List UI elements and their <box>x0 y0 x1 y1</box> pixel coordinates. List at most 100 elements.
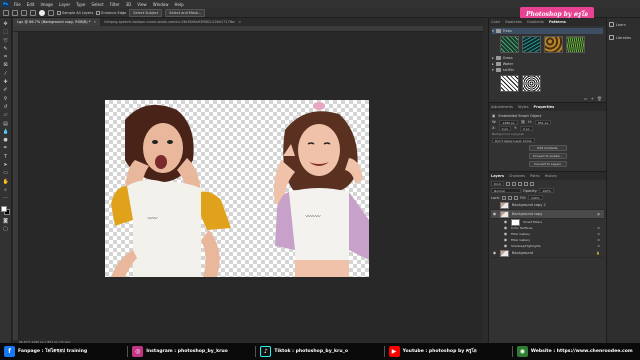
tab-properties[interactable]: Properties <box>534 105 555 109</box>
document-tab-active[interactable]: Lgu @ 66.7% (Background copy, RGB/8) * × <box>13 18 101 26</box>
y-field[interactable]: 0 px <box>519 125 533 131</box>
eye-icon[interactable]: ◉ <box>503 238 508 242</box>
filter-pixel-icon[interactable] <box>505 181 510 186</box>
layer-filter-select[interactable]: Kind <box>491 181 504 186</box>
chevron-down-icon[interactable]: ▾ <box>492 68 494 72</box>
blur-tool-icon[interactable]: 💧 <box>3 129 9 135</box>
fill-field[interactable]: 100% <box>528 195 543 200</box>
pattern-swatch[interactable] <box>544 36 563 53</box>
chevron-down-icon[interactable]: ▾ <box>492 29 494 33</box>
link-icon[interactable]: ⛓ <box>521 120 525 124</box>
fanpage-link[interactable]: f Fanpage : โฟโตชอป training <box>0 343 127 360</box>
document-tab-inactive[interactable]: blinpng-speech-balloon-comic-book-comics… <box>100 18 245 26</box>
menu-layer[interactable]: Layer <box>56 2 73 7</box>
dodge-tool-icon[interactable]: ● <box>3 137 9 143</box>
add-to-selection-icon[interactable] <box>21 9 27 16</box>
youtube-link[interactable]: ▶ Youtube : photoshop by ครูโอ <box>385 343 512 360</box>
close-icon[interactable]: × <box>238 20 241 24</box>
width-field[interactable]: 1280 px <box>499 119 518 125</box>
gradient-tool-icon[interactable]: ▤ <box>3 121 9 127</box>
menu-type[interactable]: Type <box>73 2 88 7</box>
tab-channels[interactable]: Channels <box>509 174 525 178</box>
frame-tool-icon[interactable]: ⊠ <box>3 62 9 68</box>
convert-to-layers-button[interactable]: Convert to Layers <box>528 161 567 167</box>
menu-3d[interactable]: 3D <box>123 2 135 7</box>
tab-styles[interactable]: Styles <box>518 105 529 109</box>
filter-shape-icon[interactable] <box>523 181 528 186</box>
crop-tool-icon[interactable]: ⌗ <box>3 54 9 60</box>
menu-image[interactable]: Image <box>37 2 56 7</box>
chevron-right-icon[interactable]: ▸ <box>492 62 494 66</box>
tab-paths[interactable]: Paths <box>530 174 540 178</box>
menu-file[interactable]: File <box>11 2 24 7</box>
menu-edit[interactable]: Edit <box>24 2 38 7</box>
tab-gradients[interactable]: Gradients <box>527 20 544 24</box>
color-swatches[interactable] <box>0 205 11 216</box>
height-field[interactable]: 851 px <box>534 119 552 125</box>
enhance-edge-checkbox[interactable]: Enhance Edge <box>96 10 126 15</box>
sample-all-layers-checkbox[interactable]: Sample All Layers <box>57 10 93 15</box>
eye-icon[interactable]: ◉ <box>503 220 508 224</box>
convert-to-linked-button[interactable]: Convert to Linked... <box>528 153 567 159</box>
photoshop-logo-icon[interactable]: Ps <box>2 1 9 7</box>
menu-filter[interactable]: Filter <box>107 2 123 7</box>
hand-tool-icon[interactable]: ✋ <box>3 179 9 185</box>
instagram-link[interactable]: ◎ Instagram : photoshop_by_kruo <box>128 343 255 360</box>
lock-position-icon[interactable] <box>508 195 513 200</box>
visibility-off-icon[interactable] <box>492 203 497 207</box>
pattern-swatch[interactable] <box>566 36 585 53</box>
select-subject-button[interactable]: Select Subject <box>129 8 163 17</box>
pattern-swatch[interactable] <box>522 36 541 53</box>
select-and-mask-button[interactable]: Select and Mask... <box>165 8 206 17</box>
filter-adjustment-icon[interactable] <box>511 181 516 186</box>
screen-mode-icon[interactable]: ▢ <box>3 226 9 232</box>
tab-color[interactable]: Color <box>491 20 500 24</box>
new-group-icon[interactable]: ▭ <box>584 96 588 102</box>
layer-comp-select[interactable]: Don't Apply Layer Comp <box>492 137 535 143</box>
eye-icon[interactable]: ◉ <box>492 251 497 255</box>
learn-panel-button[interactable]: Learn <box>607 18 640 31</box>
menu-view[interactable]: View <box>134 2 150 7</box>
type-tool-icon[interactable]: T <box>3 154 9 160</box>
x-field[interactable]: 0 px <box>498 125 512 131</box>
close-icon[interactable]: × <box>93 20 96 24</box>
angle-icon[interactable] <box>48 9 54 16</box>
opacity-field[interactable]: 100% <box>539 188 554 193</box>
eye-icon[interactable]: ◉ <box>503 232 508 236</box>
clone-stamp-tool-icon[interactable]: ⚲ <box>3 96 9 102</box>
tab-adjustments[interactable]: Adjustments <box>491 105 513 109</box>
lasso-tool-icon[interactable]: ➰ <box>3 38 9 44</box>
tab-layers[interactable]: Layers <box>491 174 504 178</box>
history-brush-tool-icon[interactable]: ↺ <box>3 104 9 110</box>
eyedropper-tool-icon[interactable]: ⁄ <box>3 71 9 77</box>
document-canvas[interactable]: 〰〰 〰〰〰 <box>105 100 369 277</box>
foreground-color-swatch[interactable] <box>0 205 7 212</box>
quick-mask-icon[interactable]: ◙ <box>3 218 9 224</box>
smart-filter-mask-thumbnail[interactable] <box>511 218 520 226</box>
menu-select[interactable]: Select <box>88 2 106 7</box>
tiktok-link[interactable]: ♪ Tiktok : photoshop_by_kru_o <box>256 343 383 360</box>
tab-swatches[interactable]: Swatches <box>505 20 522 24</box>
brush-size-icon[interactable] <box>39 9 45 16</box>
pattern-swatch[interactable] <box>500 36 519 53</box>
layer-row[interactable]: Background copy 2 <box>491 201 604 210</box>
tab-patterns[interactable]: Patterns <box>549 20 566 24</box>
home-icon[interactable] <box>3 9 9 16</box>
filter-smart-icon[interactable] <box>529 181 534 186</box>
move-tool-icon[interactable]: ✥ <box>3 21 9 27</box>
pen-tool-icon[interactable]: ✒ <box>3 145 9 151</box>
lock-pixels-icon[interactable] <box>502 195 507 200</box>
more-tools-icon[interactable]: ⋯ <box>3 195 9 201</box>
healing-brush-tool-icon[interactable]: ✚ <box>3 79 9 85</box>
pattern-swatch[interactable] <box>522 75 541 92</box>
website-link[interactable]: ◉ Website : https://www.chenroodee.com <box>513 343 640 360</box>
eye-icon[interactable]: ◉ <box>503 244 508 248</box>
shape-tool-icon[interactable]: ▭ <box>3 170 9 176</box>
filter-options-icon[interactable]: ⚙ <box>597 238 604 242</box>
add-icon[interactable]: + <box>591 96 594 102</box>
marquee-tool-icon[interactable]: ⬚ <box>3 29 9 35</box>
eraser-tool-icon[interactable]: ▱ <box>3 112 9 118</box>
layer-row-selected[interactable]: ◉ Background copy ▣ <box>491 210 604 219</box>
trash-icon[interactable]: 🗑 <box>597 96 602 102</box>
brush-tool-icon[interactable]: ✐ <box>3 87 9 93</box>
